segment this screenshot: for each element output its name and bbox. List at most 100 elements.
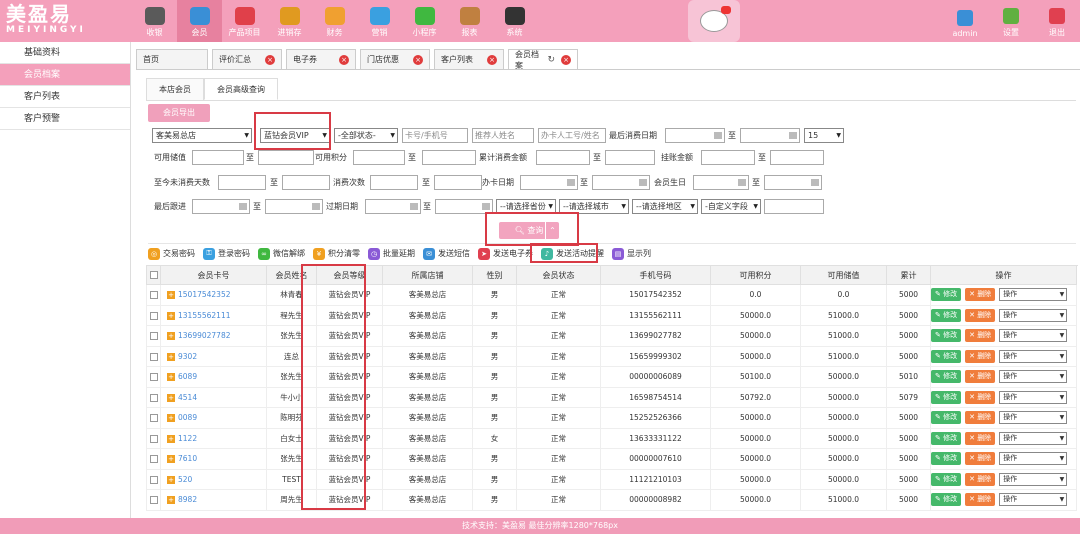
delete-button[interactable]: ✕ 删除: [965, 370, 996, 384]
cell-card[interactable]: +520: [160, 468, 267, 490]
delete-button[interactable]: ✕ 删除: [965, 308, 996, 322]
row-checkbox[interactable]: [149, 455, 158, 464]
cell-card[interactable]: +0089: [160, 407, 267, 429]
nav-item-8[interactable]: 系统: [492, 0, 537, 42]
toolbar-button-5[interactable]: ✉ 发送短信: [423, 247, 470, 260]
edit-button[interactable]: ✎ 修改: [931, 308, 962, 322]
expand-icon[interactable]: +: [167, 475, 175, 484]
row-checkbox[interactable]: [149, 373, 158, 382]
edit-button[interactable]: ✎ 修改: [931, 370, 962, 384]
tab-4[interactable]: 客户列表 ×: [434, 49, 504, 69]
sidebar-item-3[interactable]: 客户预警: [0, 108, 130, 130]
checkbox[interactable]: [149, 271, 158, 279]
credit-min[interactable]: [701, 150, 755, 165]
sidebar-item-1[interactable]: 会员档案: [0, 64, 130, 86]
row-checkbox[interactable]: [149, 332, 158, 341]
expand-icon[interactable]: +: [167, 311, 175, 320]
table-row[interactable]: +8982 周先生 蓝钻会员VIP 客美易总店男正常 00000008982 50000.…: [146, 489, 1077, 511]
stored-value-max[interactable]: [258, 150, 314, 165]
expand-icon[interactable]: +: [167, 434, 175, 443]
expand-icon[interactable]: +: [167, 291, 175, 300]
row-checkbox[interactable]: [149, 414, 158, 423]
expire-start[interactable]: [365, 199, 421, 214]
edit-button[interactable]: ✎ 修改: [931, 411, 962, 425]
row-checkbox[interactable]: [149, 496, 158, 505]
card-number[interactable]: 13155562111: [178, 311, 231, 320]
card-number[interactable]: 8982: [178, 495, 197, 504]
row-checkbox-cell[interactable]: [146, 468, 161, 490]
column-header[interactable]: 所属店铺: [382, 265, 473, 285]
birthday-end[interactable]: [764, 175, 822, 190]
table-row[interactable]: +13699027782 张先生 蓝钻会员VIP 客美易总店男正常 1369902778…: [146, 325, 1077, 347]
card-number[interactable]: 1122: [178, 434, 197, 443]
table-row[interactable]: +15017542352 林青春 蓝钻会员VIP 客美易总店男正常 1501754235…: [146, 284, 1077, 306]
level-select[interactable]: 蓝钻会员VIP: [260, 128, 330, 143]
column-header[interactable]: 会员卡号: [160, 265, 267, 285]
operation-select[interactable]: 操作: [999, 452, 1068, 466]
consume-count-max[interactable]: [434, 175, 482, 190]
row-checkbox-cell[interactable]: [146, 345, 161, 367]
row-checkbox[interactable]: [149, 475, 158, 484]
operation-select[interactable]: 操作: [999, 308, 1068, 322]
toolbar-button-2[interactable]: ∞ 微信解绑: [258, 247, 305, 260]
toolbar-button-8[interactable]: ▤ 显示列: [612, 247, 651, 260]
nav-item-3[interactable]: 进销存: [267, 0, 312, 42]
nav-item-7[interactable]: 报表: [447, 0, 492, 42]
cell-card[interactable]: +4514: [160, 386, 267, 408]
sidebar-item-0[interactable]: 基础资料: [0, 42, 130, 64]
query-button[interactable]: 🔍︎ 查询 ⌃: [499, 222, 559, 239]
cell-card[interactable]: +8982: [160, 489, 267, 511]
expand-icon[interactable]: +: [167, 373, 175, 382]
close-icon[interactable]: ×: [561, 54, 571, 65]
custom-field-input[interactable]: [764, 199, 824, 214]
referrer-input[interactable]: 推荐人姓名: [472, 128, 534, 143]
tab-5[interactable]: 会员档案 ↻ ×: [508, 49, 578, 70]
cell-card[interactable]: +13155562111: [160, 304, 267, 326]
column-header[interactable]: 操作: [930, 265, 1077, 285]
nav-item-2[interactable]: 产品项目: [222, 0, 267, 42]
last-consume-start[interactable]: [665, 128, 725, 143]
toolbar-button-1[interactable]: ⚿ 登录密码: [203, 247, 250, 260]
table-row[interactable]: +520 TEST 蓝钻会员VIP 客美易总店男正常 11121210103 50000.…: [146, 468, 1077, 490]
column-header[interactable]: 可用储值: [800, 265, 887, 285]
card-number[interactable]: 0089: [178, 413, 197, 422]
edit-button[interactable]: ✎ 修改: [931, 329, 962, 343]
table-row[interactable]: +4514 牛小小 蓝钻会员VIP 客美易总店男正常 16598754514 50792.…: [146, 386, 1077, 408]
card-number[interactable]: 15017542352: [178, 290, 231, 299]
nav-item-4[interactable]: 财务: [312, 0, 357, 42]
edit-button[interactable]: ✎ 修改: [931, 390, 962, 404]
card-date-end[interactable]: [592, 175, 650, 190]
row-checkbox-cell[interactable]: [146, 448, 161, 470]
staff-input[interactable]: 办卡人工号/姓名: [538, 128, 606, 143]
card-phone-input[interactable]: 卡号/手机号: [402, 128, 468, 143]
edit-button[interactable]: ✎ 修改: [931, 493, 962, 507]
refresh-icon[interactable]: ↻: [547, 55, 555, 65]
card-number[interactable]: 4514: [178, 393, 197, 402]
operation-select[interactable]: 操作: [999, 349, 1068, 363]
card-number[interactable]: 520: [178, 475, 192, 484]
row-checkbox[interactable]: [149, 434, 158, 443]
select-all-checkbox[interactable]: [146, 265, 161, 285]
cell-card[interactable]: +13699027782: [160, 325, 267, 347]
delete-button[interactable]: ✕ 删除: [965, 452, 996, 466]
operation-select[interactable]: 操作: [999, 288, 1068, 302]
expand-icon[interactable]: +: [167, 414, 175, 423]
expand-icon[interactable]: +: [167, 496, 175, 505]
expand-icon[interactable]: +: [167, 393, 175, 402]
operation-select[interactable]: 操作: [999, 411, 1068, 425]
nav-item-0[interactable]: 收银: [132, 0, 177, 42]
delete-button[interactable]: ✕ 删除: [965, 329, 996, 343]
toolbar-button-4[interactable]: ◷ 批量延期: [368, 247, 415, 260]
birthday-start[interactable]: [693, 175, 749, 190]
table-row[interactable]: +9302 连总 蓝钻会员VIP 客美易总店男正常 15659999302 50000.0…: [146, 345, 1077, 367]
days-since-max[interactable]: [282, 175, 330, 190]
row-checkbox-cell[interactable]: [146, 284, 161, 306]
consume-count-min[interactable]: [370, 175, 418, 190]
days-since-min[interactable]: [218, 175, 266, 190]
close-icon[interactable]: ×: [487, 54, 497, 65]
edit-button[interactable]: ✎ 修改: [931, 349, 962, 363]
top-menu-0[interactable]: admin: [942, 0, 988, 42]
city-select[interactable]: --请选择城市: [559, 199, 629, 214]
row-checkbox-cell[interactable]: [146, 489, 161, 511]
delete-button[interactable]: ✕ 删除: [965, 288, 996, 302]
